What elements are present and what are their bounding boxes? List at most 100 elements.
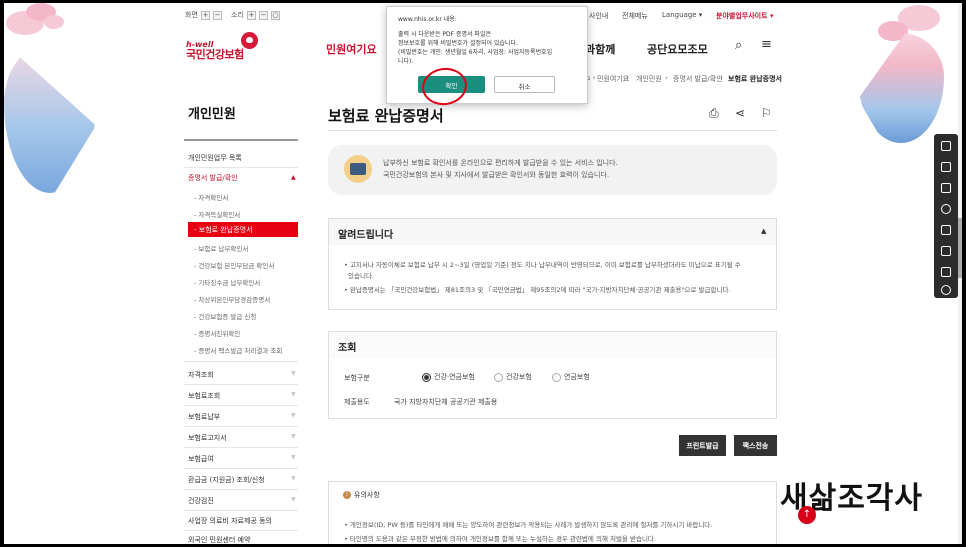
- notice-line: 있습니다.: [348, 272, 374, 280]
- gnb-together[interactable]: 과함께: [585, 41, 615, 57]
- fax-send-button[interactable]: 팩스전송: [734, 435, 777, 456]
- caret-down-icon: ▼: [291, 370, 296, 377]
- radio-unchecked-icon: [552, 372, 561, 382]
- phone-icon[interactable]: [941, 204, 951, 214]
- nav-sub-item[interactable]: - 건강보험 본인부담금 확인서: [194, 260, 274, 270]
- title-divider: [328, 130, 777, 131]
- lock-icon[interactable]: [941, 225, 951, 235]
- list-icon[interactable]: [941, 246, 951, 256]
- font-increase-button[interactable]: +: [200, 10, 210, 20]
- breadcrumb-item[interactable]: 증명서 발급/확인: [673, 74, 723, 84]
- volume-down-button[interactable]: −: [258, 10, 268, 20]
- language-select[interactable]: Language ▾: [662, 11, 702, 19]
- nav-sub-item[interactable]: - 기타징수금 납부확인서: [194, 277, 260, 287]
- notice-line: • 완납증명서는 「국민건강보험법」 제81조의3 및 「국민연금법」 제95조…: [344, 286, 731, 294]
- nav-sub-item[interactable]: - 건강보험증 발급 신청: [194, 311, 256, 321]
- nav-sub-item[interactable]: - 증명서 팩스발급 처리결과 조회: [194, 345, 282, 355]
- nav-item-certificates[interactable]: 증명서 발급/확인: [188, 173, 238, 183]
- nav-item-list[interactable]: 개인민원업무 목록: [188, 153, 242, 163]
- caret-down-icon: ▼: [291, 391, 296, 398]
- nav-sub-item[interactable]: - 자격확인서: [194, 192, 228, 202]
- radio-checked-icon: [422, 372, 431, 382]
- dialog-origin: www.nhis.or.kr 내용:: [398, 16, 457, 23]
- caution-line: • 타인명의 도용과 같은 부정한 방법에 의하여 개인정보를 함께 또는 누설…: [344, 535, 656, 543]
- nav-group-item[interactable]: 사업장 의료비 자료제공 동의: [188, 516, 272, 526]
- logo-mark-icon: [241, 32, 258, 49]
- radio-health-pension[interactable]: 건강·연금보험: [422, 372, 475, 382]
- nav-group-item[interactable]: 자격조회: [188, 370, 214, 380]
- nav-group-item[interactable]: 보험료납부: [188, 412, 220, 422]
- font-size-control: 화면 + −: [185, 10, 222, 20]
- copy-icon[interactable]: [941, 267, 951, 277]
- person-icon[interactable]: [941, 141, 951, 151]
- intro-text: 국민건강보험의 본사 및 지사에서 발급받은 확인서와 동일한 효력이 있습니다…: [383, 171, 610, 179]
- bookmark-icon[interactable]: ⚐: [761, 106, 772, 120]
- chat-icon[interactable]: [941, 285, 951, 295]
- share-icon[interactable]: ⋖: [735, 106, 745, 120]
- nav-group-item[interactable]: 보험료조회: [188, 391, 220, 401]
- breadcrumb-separator: ›: [720, 74, 723, 82]
- gnb-about[interactable]: 공단요모조모: [647, 41, 708, 57]
- divider: [184, 447, 298, 448]
- caution-header: ! 유의사항: [343, 490, 380, 500]
- monitor-icon[interactable]: [941, 183, 951, 193]
- nav-group-item[interactable]: 보험급여: [188, 454, 214, 464]
- insurance-type-label: 보험구분: [344, 374, 370, 382]
- document-icon[interactable]: [941, 162, 951, 172]
- notice-header[interactable]: [329, 219, 776, 245]
- usage-label: 제출용도: [344, 398, 370, 406]
- nav-sub-item[interactable]: - 차상위본인부담경감증명서: [194, 294, 270, 304]
- breadcrumb-current: 보험료 완납증명서: [728, 75, 782, 83]
- print-icon[interactable]: ⎙: [709, 106, 719, 121]
- breadcrumb-item[interactable]: 민원여기요: [597, 74, 629, 84]
- nav-group-item[interactable]: 건강검진: [188, 496, 214, 506]
- breadcrumb-separator: ›: [626, 74, 629, 82]
- all-menu-link[interactable]: 전체메뉴: [622, 11, 648, 21]
- dialog-cancel-button[interactable]: 취소: [494, 76, 555, 93]
- nav-sub-item[interactable]: - 자격득실확인서: [194, 209, 240, 219]
- radio-health[interactable]: 건강보험: [494, 372, 532, 382]
- print-issue-button[interactable]: 프린트발급: [679, 435, 726, 456]
- top-link-1[interactable]: 사인내: [589, 11, 608, 21]
- caution-icon: !: [343, 491, 351, 499]
- nav-sub-item[interactable]: - 보험료 납부확인서: [194, 243, 248, 253]
- nav-sub-item[interactable]: - 증명서진위확인: [194, 328, 240, 338]
- breadcrumb-separator: ›: [665, 74, 668, 82]
- nav-title: 개인민원: [188, 107, 236, 122]
- divider: [184, 468, 298, 469]
- browser-viewport: 화면 + − 소리 + − ○ 사인내 전체메뉴 Language ▾ 분야별업…: [4, 3, 962, 544]
- other-sites-select[interactable]: 분야별업무사이트 ▾: [716, 11, 773, 21]
- radio-pension[interactable]: 연금보험: [552, 372, 590, 382]
- collapse-icon[interactable]: ▲: [761, 227, 766, 235]
- blossom-illustration-right: [858, 3, 944, 203]
- notice-title: 알려드립니다: [338, 230, 394, 241]
- scrollbar-thumb[interactable]: [958, 218, 962, 278]
- dialog-message: 출력 시 다운받은 PDF 증명서 파일은: [398, 31, 491, 38]
- caret-up-icon: ▲: [291, 174, 296, 181]
- caret-down-icon: ▼: [291, 433, 296, 440]
- gnb-civil-service[interactable]: 민원여기요: [326, 41, 377, 57]
- notice-line: • 고지서나 자동이체로 보험료 납부 시 2~3일 (영업일 기준) 정도 지…: [344, 261, 741, 269]
- nav-group-item[interactable]: 환급금 (지원금) 조회/신청: [188, 475, 265, 485]
- divider: [184, 489, 298, 490]
- divider: [184, 405, 298, 406]
- query-title: 조회: [338, 343, 357, 354]
- volume-up-button[interactable]: +: [246, 10, 256, 20]
- nav-group-item[interactable]: 보험료고지서: [188, 433, 227, 443]
- breadcrumb-item[interactable]: 개인민원: [636, 74, 662, 84]
- search-icon[interactable]: ⌕: [735, 38, 742, 53]
- menu-icon[interactable]: ≡: [761, 37, 772, 52]
- divider: [184, 510, 298, 511]
- nav-divider: [184, 139, 298, 141]
- radio-unchecked-icon: [494, 372, 503, 382]
- logo[interactable]: 국민건강보험: [186, 46, 244, 62]
- dialog-message: 니다).: [398, 58, 414, 65]
- nav-sub-item-active[interactable]: - 보험료 완납증명서: [188, 222, 298, 237]
- sound-toggle-button[interactable]: ○: [270, 10, 280, 20]
- font-decrease-button[interactable]: −: [212, 10, 222, 20]
- caution-line: • 개인정보(ID, PW 등)를 타인에게 매매 또는 양도하여 관련정보가 …: [344, 521, 713, 529]
- nav-group-item[interactable]: 외국인 민원센터 예약: [188, 535, 250, 544]
- caret-down-icon: ▼: [291, 475, 296, 482]
- scroll-top-button[interactable]: ↑: [798, 506, 816, 524]
- caret-down-icon: ▼: [291, 496, 296, 503]
